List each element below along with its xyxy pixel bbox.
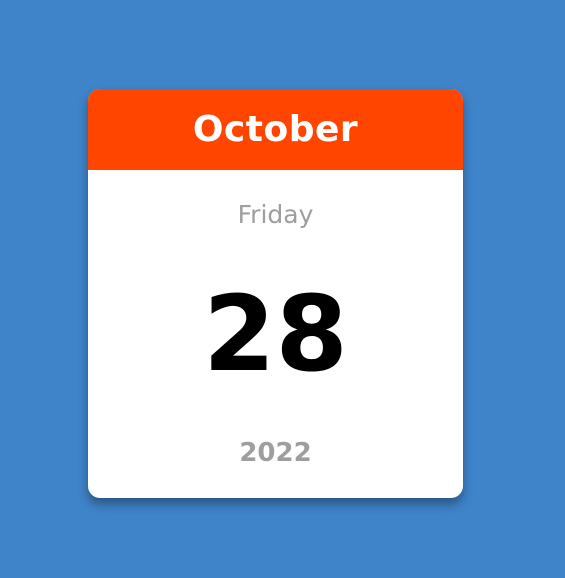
month-label: October <box>192 109 359 150</box>
calendar-card: October Friday 28 2022 <box>88 89 463 498</box>
day-number: 28 <box>203 273 348 395</box>
year-label: 2022 <box>239 438 312 468</box>
weekday-label: Friday <box>237 200 314 229</box>
calendar-body: Friday 28 2022 <box>88 170 463 498</box>
month-header: October <box>88 89 463 170</box>
